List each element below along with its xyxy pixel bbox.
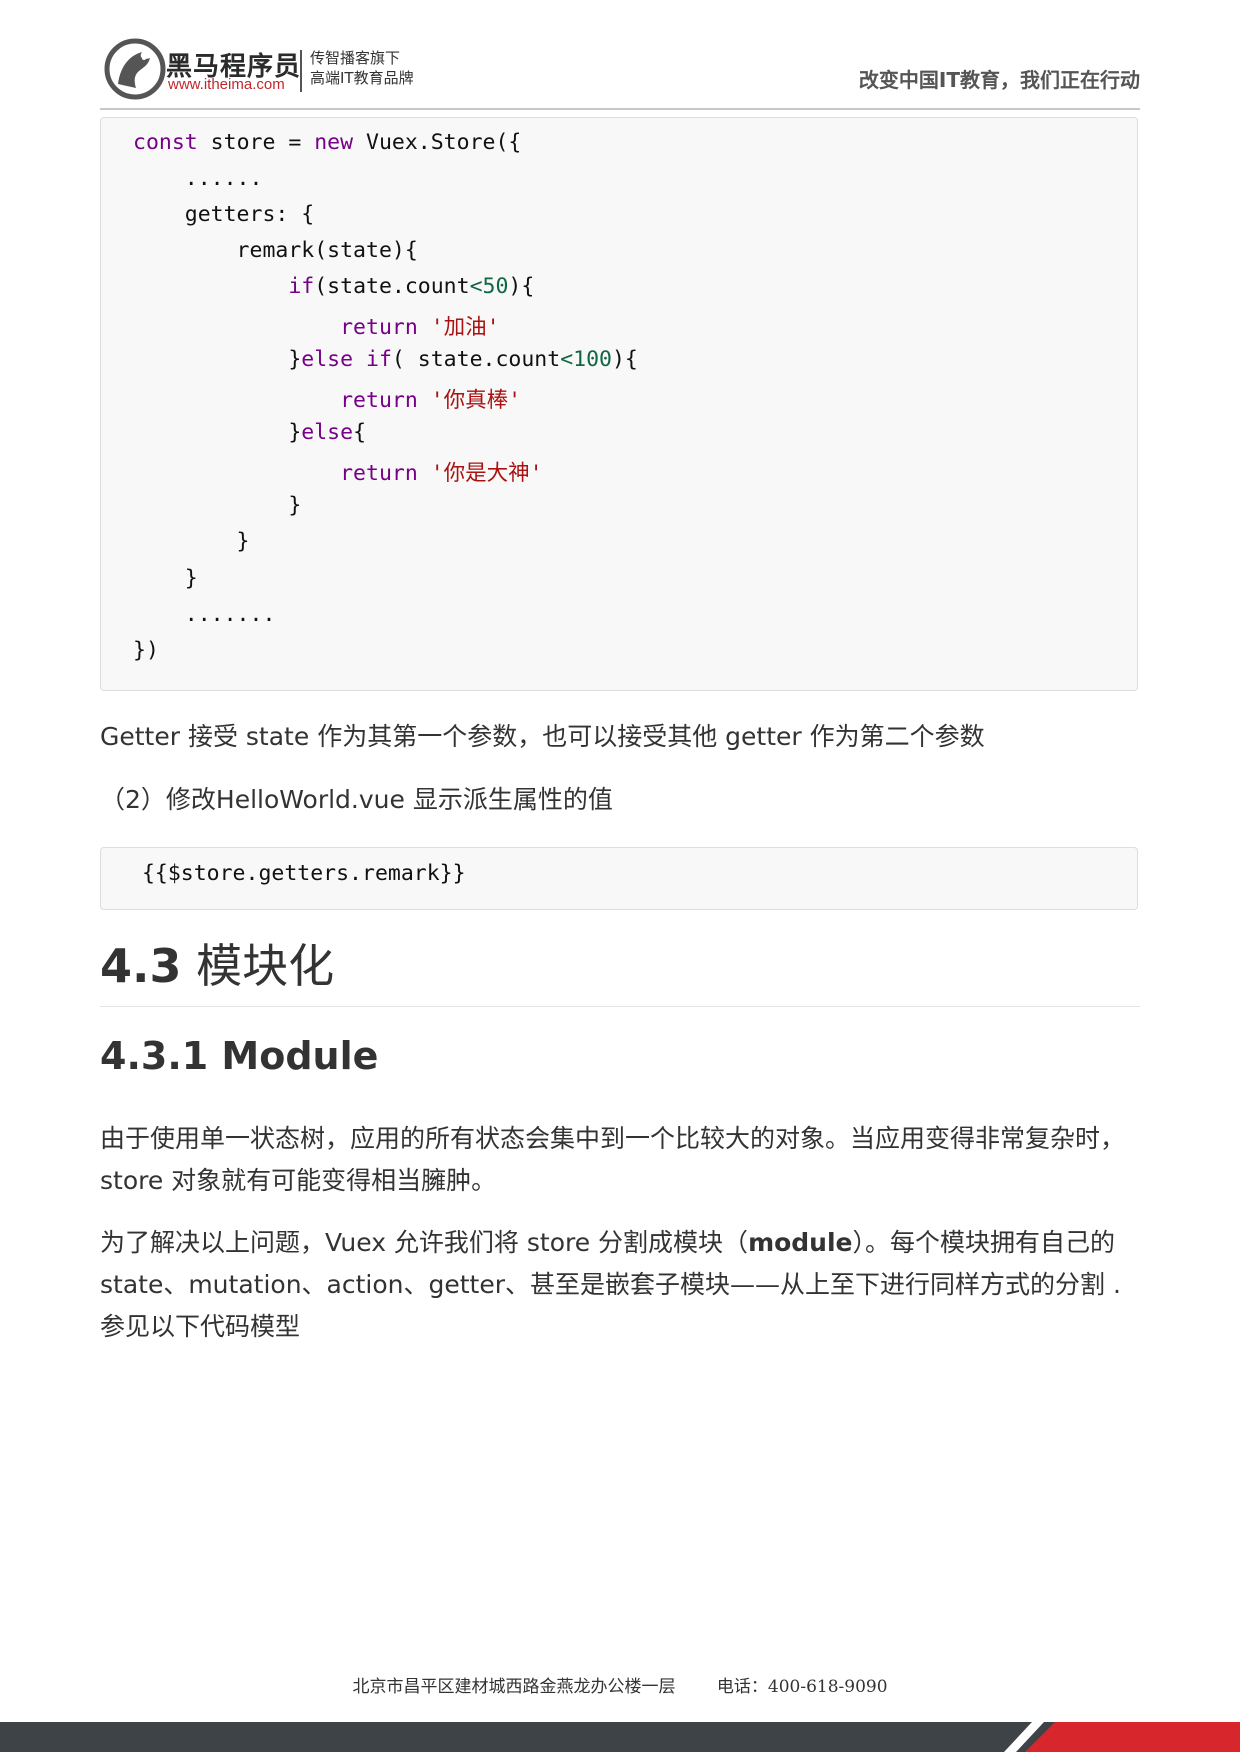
code-token: else <box>301 347 354 372</box>
code-token: < <box>469 274 483 299</box>
brand-tagline-line2: 高端IT教育品牌 <box>310 69 414 87</box>
page-footer: 北京市昌平区建材城西路金燕龙办公楼一层 电话：400-618-9090 <box>0 1672 1240 1697</box>
code-token: Vuex.Store({ <box>353 130 522 155</box>
code-token: return <box>340 461 418 486</box>
code-line: const store = new Vuex.Store({ <box>133 130 521 166</box>
code-token: { <box>353 420 367 445</box>
code-token: (state.count <box>314 274 470 299</box>
code-block-getters: const store = new Vuex.Store({ ...... ge… <box>100 117 1138 691</box>
code-token: const <box>133 130 198 155</box>
code-token: return <box>340 315 418 340</box>
code-token: if <box>366 347 392 372</box>
code-line: remark(state){ <box>133 238 418 263</box>
code-block-template: {{$store.getters.remark}} <box>100 847 1138 910</box>
code-token: ( state.count <box>391 347 561 372</box>
code-line: }else{ <box>133 420 366 456</box>
code-token: 50 <box>482 274 509 299</box>
code-token: < <box>560 347 574 372</box>
horse-logo-icon <box>104 38 166 100</box>
code-line: } <box>133 529 250 554</box>
brand-tagline-line1: 传智播客旗下 <box>310 49 401 67</box>
paragraph-bold-text: module <box>748 1228 853 1257</box>
code-line: return '加油' <box>133 310 500 346</box>
code-token: return <box>340 388 418 413</box>
footer-address: 北京市昌平区建材城西路金燕龙办公楼一层 <box>352 1677 676 1697</box>
section-heading: 4.3 模块化 <box>100 930 1140 1007</box>
code-token: } <box>133 420 302 445</box>
brand-tagline: 传智播客旗下 高端IT教育品牌 <box>310 48 414 88</box>
code-line: ...... <box>133 166 263 191</box>
footer-phone: 电话：400-618-9090 <box>716 1677 888 1697</box>
code-token: '加油' <box>430 315 500 340</box>
code-line: ....... <box>133 602 276 627</box>
paragraph-text: 为了解决以上问题，Vuex 允许我们将 store 分割成模块（ <box>100 1228 749 1257</box>
code-line: } <box>133 566 198 591</box>
code-token: } <box>133 347 302 372</box>
module-intro-paragraph: 由于使用单一状态树，应用的所有状态会集中到一个比较大的对象。当应用变得非常复杂时… <box>100 1124 1126 1195</box>
brand-url: www.itheima.com <box>168 76 285 93</box>
module-explanation-paragraph: 为了解决以上问题，Vuex 允许我们将 store 分割成模块（module）。… <box>100 1222 1140 1348</box>
code-token: ){ <box>611 347 638 372</box>
code-line: getters: { <box>133 202 315 227</box>
code-token: else <box>301 420 354 445</box>
code-token: '你是大神' <box>430 461 543 486</box>
code-line: } <box>133 493 302 518</box>
subsection-heading: 4.3.1 Module <box>100 1034 379 1078</box>
code-line: return '你是大神' <box>133 456 543 492</box>
code-line: }) <box>133 638 159 663</box>
code-line: return '你真棒' <box>133 383 521 419</box>
header-slogan: 改变中国IT教育，我们正在行动 <box>858 68 1140 92</box>
section-number: 4.3 <box>100 939 182 993</box>
code-token: store = <box>197 130 315 155</box>
code-line: }else if( state.count<100){ <box>133 347 638 383</box>
getter-description: Getter 接受 state 作为其第一个参数，也可以接受其他 getter … <box>100 722 985 751</box>
footer-red-accent <box>1025 1722 1240 1752</box>
code-token: new <box>314 130 354 155</box>
brand-divider <box>300 50 302 92</box>
code-token: if <box>288 274 315 299</box>
page-header: 黑马程序员 www.itheima.com 传智播客旗下 高端IT教育品牌 改变… <box>100 34 1140 110</box>
code-token: ){ <box>508 274 535 299</box>
code-token: '你真棒' <box>430 388 522 413</box>
code-line: {{$store.getters.remark}} <box>129 861 466 886</box>
code-line: if(state.count<50){ <box>133 274 534 310</box>
step-2-text: （2）修改HelloWorld.vue 显示派生属性的值 <box>100 785 613 814</box>
section-title: 模块化 <box>181 939 335 993</box>
code-token: 100 <box>573 347 612 372</box>
